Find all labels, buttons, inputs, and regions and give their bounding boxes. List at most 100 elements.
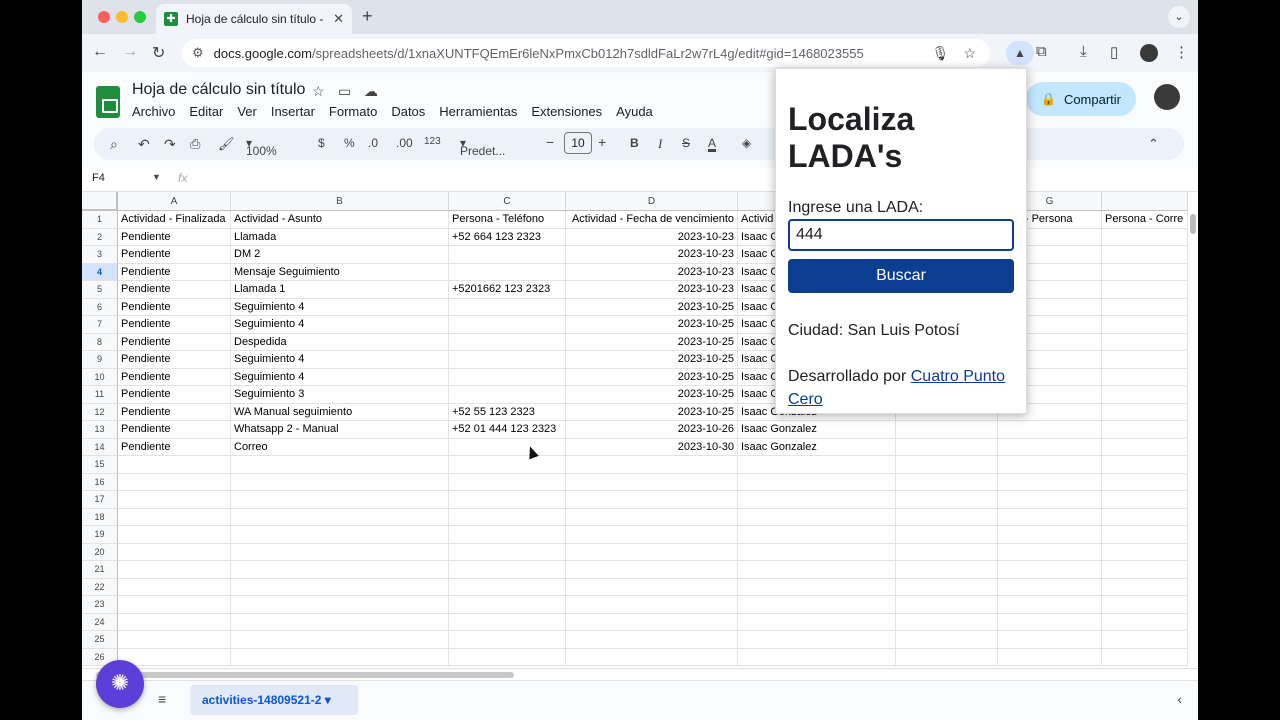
menu-editar[interactable]: Editar bbox=[189, 104, 223, 119]
table-cell[interactable] bbox=[449, 333, 566, 351]
table-cell[interactable]: Correo bbox=[231, 438, 449, 456]
table-cell[interactable] bbox=[231, 631, 449, 649]
browser-menu-icon[interactable]: ⋮ bbox=[1174, 43, 1189, 61]
table-cell[interactable]: +52 01 444 123 2323 bbox=[449, 421, 566, 439]
table-cell[interactable] bbox=[1102, 578, 1188, 596]
all-sheets-icon[interactable]: ≡ bbox=[158, 691, 166, 707]
bold-button[interactable]: B bbox=[630, 136, 639, 150]
table-cell[interactable] bbox=[738, 526, 896, 544]
table-cell[interactable] bbox=[1102, 298, 1188, 316]
table-cell[interactable] bbox=[1102, 648, 1188, 666]
sheet-tab-active[interactable]: activities-14809521-2 ▾ bbox=[190, 685, 358, 715]
table-cell[interactable] bbox=[449, 596, 566, 614]
table-cell[interactable] bbox=[998, 491, 1102, 509]
table-cell[interactable] bbox=[566, 596, 738, 614]
row-header[interactable]: 19 bbox=[82, 526, 118, 544]
table-cell[interactable] bbox=[738, 491, 896, 509]
table-cell[interactable] bbox=[896, 438, 998, 456]
italic-button[interactable]: I bbox=[658, 136, 662, 152]
table-cell[interactable] bbox=[1102, 526, 1188, 544]
table-cell[interactable] bbox=[1102, 351, 1188, 369]
table-cell[interactable]: 2023-10-25 bbox=[566, 298, 738, 316]
table-cell[interactable] bbox=[1102, 228, 1188, 246]
table-cell[interactable] bbox=[896, 648, 998, 666]
table-cell[interactable] bbox=[1102, 631, 1188, 649]
table-cell[interactable] bbox=[449, 473, 566, 491]
extension-fab-icon[interactable]: ✺ bbox=[96, 660, 144, 708]
table-cell[interactable] bbox=[449, 351, 566, 369]
decrease-decimal-button[interactable]: .0 bbox=[368, 136, 378, 150]
table-cell[interactable] bbox=[998, 631, 1102, 649]
table-cell[interactable] bbox=[738, 543, 896, 561]
menu-herramientas[interactable]: Herramientas bbox=[439, 104, 517, 119]
name-box[interactable]: F4 bbox=[92, 172, 105, 184]
table-cell[interactable]: Pendiente bbox=[118, 403, 231, 421]
table-cell[interactable]: Actividad - Finalizada bbox=[118, 211, 231, 229]
side-panel-icon[interactable]: ▯ bbox=[1110, 43, 1118, 61]
table-cell[interactable]: +52 664 123 2323 bbox=[449, 228, 566, 246]
table-cell[interactable]: Isaac Gonzalez bbox=[738, 438, 896, 456]
number-format-button[interactable]: 123 bbox=[424, 136, 441, 147]
table-cell[interactable] bbox=[449, 648, 566, 666]
table-cell[interactable]: Despedida bbox=[231, 333, 449, 351]
table-cell[interactable] bbox=[231, 456, 449, 474]
table-cell[interactable]: Pendiente bbox=[118, 263, 231, 281]
table-cell[interactable] bbox=[998, 473, 1102, 491]
table-cell[interactable] bbox=[896, 526, 998, 544]
table-cell[interactable] bbox=[896, 613, 998, 631]
bookmark-star-icon[interactable]: ☆ bbox=[963, 45, 976, 62]
table-cell[interactable] bbox=[231, 561, 449, 579]
strikethrough-icon[interactable]: S bbox=[682, 136, 690, 150]
table-cell[interactable] bbox=[738, 613, 896, 631]
table-cell[interactable] bbox=[998, 421, 1102, 439]
table-cell[interactable] bbox=[1102, 613, 1188, 631]
table-cell[interactable] bbox=[738, 473, 896, 491]
zoom-select[interactable]: 100% ▾ bbox=[246, 136, 277, 158]
font-family-select[interactable]: Predet... ▾ bbox=[460, 136, 505, 158]
table-cell[interactable]: 2023-10-30 bbox=[566, 438, 738, 456]
undo-icon[interactable]: ↶ bbox=[138, 136, 150, 153]
move-folder-icon[interactable]: ▭ bbox=[338, 83, 351, 100]
table-cell[interactable]: Pendiente bbox=[118, 228, 231, 246]
print-icon[interactable]: ⎙ bbox=[190, 136, 200, 152]
row-header[interactable]: 11 bbox=[82, 386, 118, 404]
fill-color-icon[interactable]: ◈ bbox=[742, 136, 751, 150]
table-cell[interactable] bbox=[1102, 403, 1188, 421]
row-header[interactable]: 9 bbox=[82, 351, 118, 369]
table-cell[interactable] bbox=[566, 526, 738, 544]
menu-datos[interactable]: Datos bbox=[391, 104, 425, 119]
table-cell[interactable] bbox=[896, 508, 998, 526]
table-cell[interactable] bbox=[1102, 596, 1188, 614]
table-cell[interactable]: 2023-10-25 bbox=[566, 368, 738, 386]
menu-ayuda[interactable]: Ayuda bbox=[616, 104, 653, 119]
table-cell[interactable]: WA Manual seguimiento bbox=[231, 403, 449, 421]
table-cell[interactable]: 2023-10-23 bbox=[566, 228, 738, 246]
table-cell[interactable] bbox=[896, 543, 998, 561]
table-cell[interactable]: Mensaje Seguimiento bbox=[231, 263, 449, 281]
table-cell[interactable] bbox=[566, 491, 738, 509]
redo-icon[interactable]: ↷ bbox=[164, 136, 176, 153]
explore-collapse-icon[interactable]: ‹ bbox=[1177, 691, 1182, 707]
row-header[interactable]: 6 bbox=[82, 298, 118, 316]
forward-icon[interactable]: → bbox=[122, 43, 138, 61]
table-cell[interactable] bbox=[998, 596, 1102, 614]
download-icon[interactable]: ⤓ bbox=[1080, 43, 1087, 60]
table-cell[interactable] bbox=[1102, 281, 1188, 299]
row-header[interactable]: 4 bbox=[82, 263, 118, 281]
horizontal-scrollbar[interactable] bbox=[82, 668, 1198, 680]
row-header[interactable]: 18 bbox=[82, 508, 118, 526]
table-cell[interactable]: DM 2 bbox=[231, 246, 449, 264]
browser-tab[interactable]: ✚ Hoja de cálculo sin título - Ho ✕ bbox=[156, 4, 352, 34]
table-cell[interactable]: 2023-10-25 bbox=[566, 386, 738, 404]
table-cell[interactable] bbox=[896, 578, 998, 596]
table-cell[interactable]: Pendiente bbox=[118, 386, 231, 404]
table-cell[interactable] bbox=[118, 526, 231, 544]
table-cell[interactable]: Seguimiento 4 bbox=[231, 316, 449, 334]
row-header[interactable]: 23 bbox=[82, 596, 118, 614]
table-cell[interactable]: 2023-10-25 bbox=[566, 316, 738, 334]
column-header[interactable]: C bbox=[449, 192, 566, 211]
table-cell[interactable] bbox=[896, 631, 998, 649]
table-cell[interactable]: Seguimiento 4 bbox=[231, 351, 449, 369]
table-cell[interactable] bbox=[1102, 543, 1188, 561]
horizontal-scroll-thumb[interactable] bbox=[96, 672, 514, 678]
